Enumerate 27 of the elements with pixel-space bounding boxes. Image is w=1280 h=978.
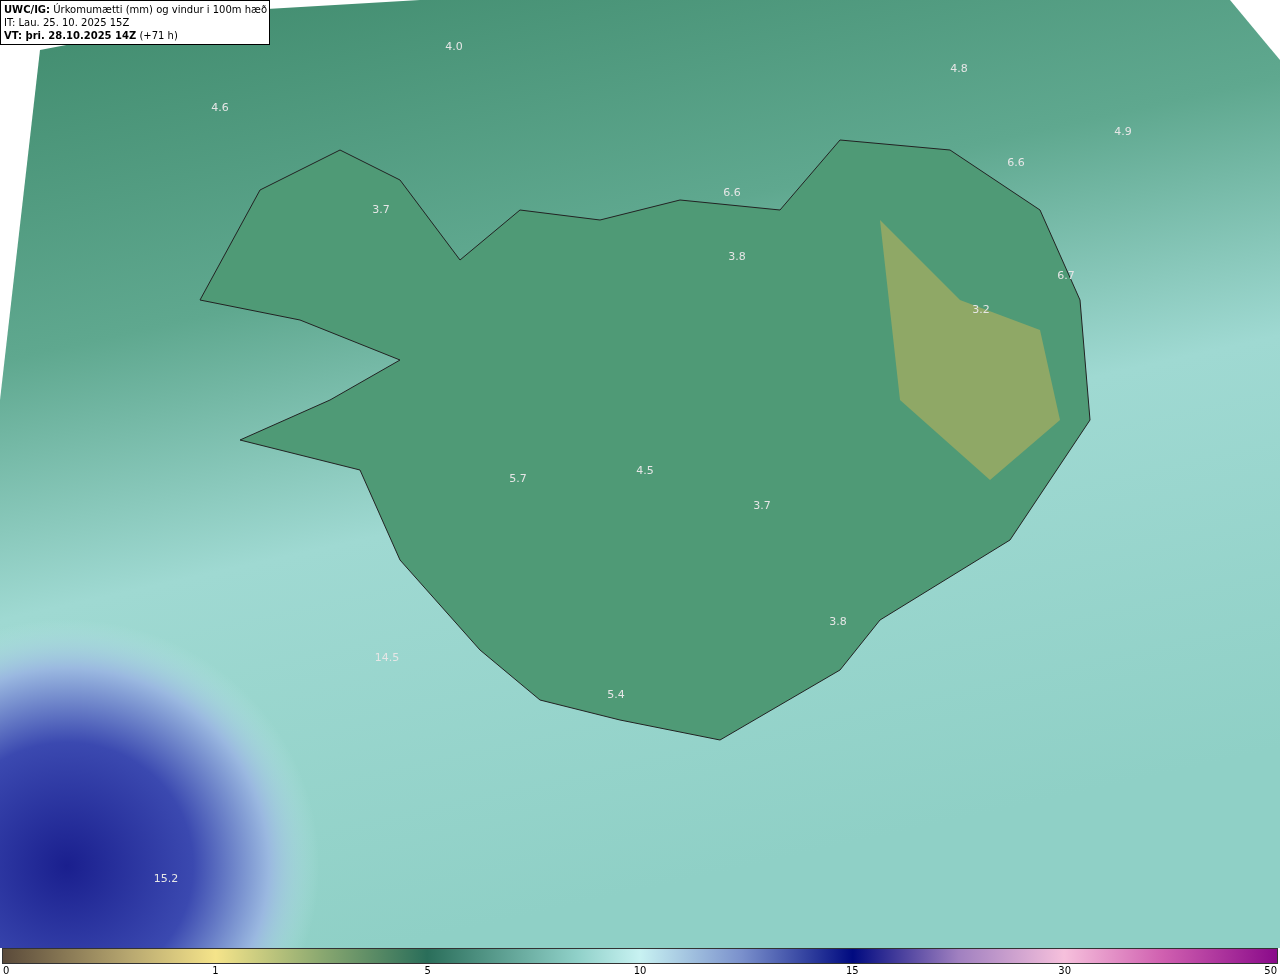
map-header-text: VT: þri. 28.10.2025 14Z (+71 h): [4, 29, 179, 42]
scale-tick-label: 30: [1058, 964, 1071, 977]
precipitation-value: 4.9: [1114, 124, 1132, 138]
scale-tick-label: 15: [845, 964, 859, 977]
precipitation-value: 5.4: [607, 687, 625, 701]
precipitation-value: 4.6: [211, 100, 229, 114]
precipitation-value: 3.7: [753, 498, 771, 512]
precipitation-value: 3.2: [972, 302, 990, 316]
scale-tick-label: 0: [3, 964, 10, 977]
precipitation-value: 3.8: [728, 249, 746, 263]
precipitation-value: 4.5: [636, 463, 654, 477]
precipitation-value: 5.7: [509, 471, 527, 485]
precipitation-value: 14.5: [374, 650, 400, 664]
precipitation-value: 3.7: [372, 202, 390, 216]
map-header-text: IT: Lau. 25. 10. 2025 15Z: [4, 16, 131, 29]
precipitation-value: 6.6: [1007, 155, 1025, 169]
scale-tick-label: 10: [633, 964, 647, 977]
scale-tick-label: 1: [212, 964, 219, 977]
precipitation-value: 15.2: [153, 871, 179, 885]
precipitation-value: 3.8: [829, 614, 847, 628]
precipitation-value: 4.0: [445, 39, 463, 53]
precipitation-value: 6.6: [723, 185, 741, 199]
scale-tick-label: 50: [1264, 964, 1277, 977]
precipitation-value: 4.8: [950, 61, 968, 75]
precipitation-value: 6.7: [1057, 268, 1075, 282]
map-header-text: UWC/IG: Úrkomumætti (mm) og vindur i 100m hæð: [4, 3, 266, 16]
scale-tick-label: 5: [424, 964, 431, 977]
